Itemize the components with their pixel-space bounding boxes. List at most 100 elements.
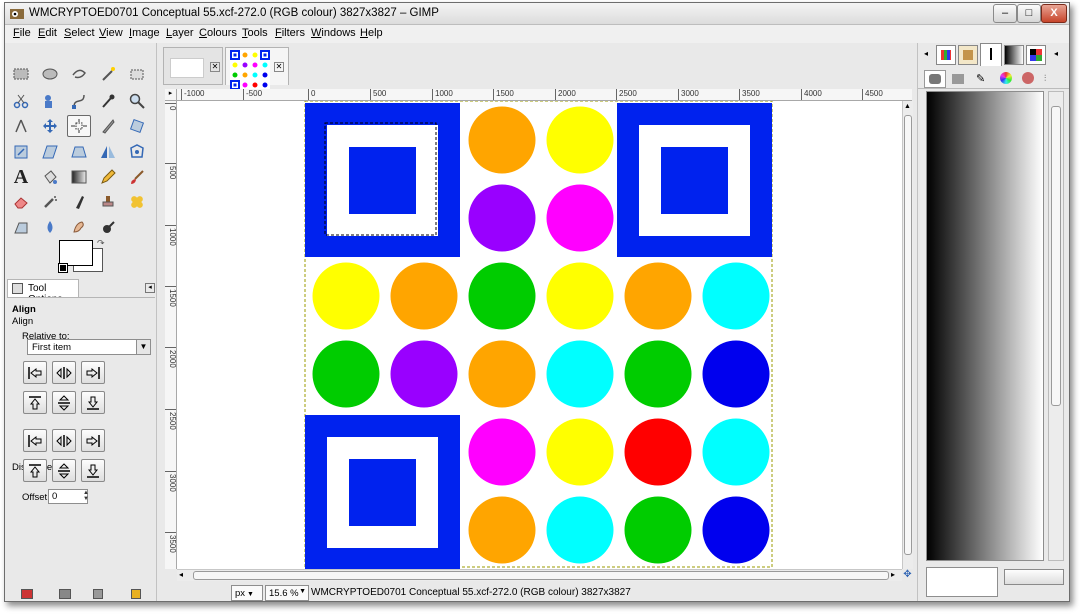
delete-options-icon[interactable] (93, 589, 103, 599)
default-colors-icon[interactable] (58, 263, 68, 273)
scroll-right-arrow[interactable]: ▸ (891, 570, 895, 579)
tab-brushes-small[interactable]: ⫶ (1044, 73, 1046, 84)
horizontal-scrollbar[interactable]: ◂ ▸ (177, 569, 902, 581)
menu-filters[interactable]: Filters (275, 27, 305, 39)
scroll-left-arrow[interactable]: ◂ (179, 570, 183, 579)
layers-dock-tab[interactable] (980, 43, 1002, 66)
tab-paths[interactable]: ✎ (976, 72, 990, 86)
close-button[interactable]: X (1041, 4, 1067, 23)
scissors-tool[interactable] (9, 90, 33, 112)
swap-colors-icon[interactable]: ↷ (97, 238, 105, 249)
select-by-color-tool[interactable] (125, 63, 149, 85)
scale-tool[interactable] (9, 141, 33, 163)
vertical-scrollbar[interactable]: ▲ (902, 101, 913, 569)
paths-tool[interactable] (67, 90, 91, 112)
tab-channels[interactable] (952, 72, 966, 86)
menu-tools[interactable]: Tools (242, 27, 268, 39)
zoom-tool[interactable] (125, 90, 149, 112)
save-options-icon[interactable] (21, 589, 33, 599)
tab-histogram[interactable] (1022, 72, 1034, 84)
shear-tool[interactable] (38, 141, 62, 163)
horizontal-scroll-thumb[interactable] (193, 571, 889, 580)
menu-colours[interactable]: Colours (199, 27, 237, 39)
menu-file[interactable]: File (13, 27, 31, 39)
flip-tool[interactable] (96, 141, 120, 163)
dock-tab-menu[interactable]: ◂ (1054, 49, 1058, 58)
tab-layers-active[interactable] (924, 70, 946, 88)
foreground-select-tool[interactable] (38, 90, 62, 112)
relative-to-select[interactable]: First item ▼ (27, 339, 151, 355)
dock-bottom-button[interactable] (1004, 569, 1064, 585)
gradient-preview[interactable] (926, 91, 1044, 561)
navigate-icon[interactable]: ✥ (902, 569, 913, 581)
maximize-button[interactable]: □ (1017, 4, 1041, 23)
dodge-burn-tool[interactable] (96, 216, 120, 238)
image-tab-blank[interactable]: ✕ (163, 47, 223, 85)
distribute-left-button[interactable] (23, 429, 47, 452)
vertical-ruler[interactable]: 0 500 1000 1500 2000 2500 3000 3500 (165, 101, 177, 569)
eraser-tool[interactable] (9, 191, 33, 213)
tab-color[interactable] (1000, 72, 1012, 84)
bucket-fill-tool[interactable] (38, 166, 62, 188)
lasso-tool[interactable] (67, 63, 91, 85)
offset-spinbox[interactable]: 0 ▲ ▼ (48, 489, 89, 504)
dock-menu-button[interactable]: ◂ (924, 49, 928, 58)
image-canvas[interactable] (177, 101, 902, 569)
align-tool[interactable] (67, 115, 91, 137)
airbrush-tool[interactable] (38, 191, 62, 213)
close-tab-icon[interactable]: ✕ (210, 62, 220, 72)
distribute-top-button[interactable] (23, 459, 47, 482)
ink-tool[interactable] (67, 191, 91, 213)
image-tab-active[interactable]: ✕ (225, 47, 289, 90)
rotate-tool[interactable] (125, 115, 149, 137)
foreground-color-swatch[interactable] (59, 240, 93, 266)
fonts-tab[interactable] (1026, 45, 1046, 65)
image-canvas-viewport[interactable] (177, 101, 902, 569)
zoom-select[interactable]: 15.6 % ▼ (265, 585, 309, 601)
text-tool[interactable]: A (9, 166, 33, 188)
scroll-up-arrow[interactable]: ▲ (904, 103, 911, 110)
align-left-edge-button[interactable] (23, 361, 47, 384)
perspective-tool[interactable] (67, 141, 91, 163)
pencil-tool[interactable] (96, 166, 120, 188)
fuzzy-select-tool[interactable] (96, 63, 120, 85)
tab-tool-options[interactable]: Tool Options (7, 279, 79, 305)
smudge-tool[interactable] (67, 216, 91, 238)
ruler-corner[interactable]: ▸ (165, 89, 177, 101)
distribute-middle-button[interactable] (52, 459, 76, 482)
menu-help[interactable]: Help (360, 27, 383, 39)
align-center-button[interactable] (52, 361, 76, 384)
close-tab-icon[interactable]: ✕ (274, 62, 284, 72)
tool-options-menu-button[interactable]: ◂ (145, 283, 155, 293)
align-bottom-edge-button[interactable] (81, 391, 105, 414)
align-top-edge-button[interactable] (23, 391, 47, 414)
color-picker-tool[interactable] (96, 90, 120, 112)
menu-windows[interactable]: Windows (311, 27, 356, 39)
rect-select-tool[interactable] (9, 63, 33, 85)
blur-tool[interactable] (38, 216, 62, 238)
move-tool[interactable] (38, 115, 62, 137)
heal-tool[interactable] (125, 191, 149, 213)
measure-tool[interactable] (9, 115, 33, 137)
menu-layer[interactable]: Layer (166, 27, 194, 39)
scroll-thumb[interactable] (1051, 106, 1061, 406)
brushes-tab[interactable] (936, 45, 956, 65)
menu-image[interactable]: Image (129, 27, 160, 39)
spin-arrows-icon[interactable]: ▲ ▼ (83, 490, 89, 502)
distribute-right-button[interactable] (81, 429, 105, 452)
paintbrush-tool[interactable] (125, 166, 149, 188)
fg-bg-colors[interactable]: ↷ (58, 238, 111, 274)
distribute-center-button[interactable] (52, 429, 76, 452)
blend-tool[interactable] (67, 166, 91, 188)
menu-select[interactable]: Select (64, 27, 95, 39)
horizontal-ruler[interactable]: -1000 -500 0 500 1000 1500 2000 2500 300… (177, 89, 912, 101)
crop-tool[interactable] (96, 115, 120, 137)
align-middle-button[interactable] (52, 391, 76, 414)
menu-edit[interactable]: Edit (38, 27, 57, 39)
patterns-tab[interactable] (958, 45, 978, 65)
vertical-scroll-thumb[interactable] (904, 115, 912, 555)
clone-tool[interactable] (96, 191, 120, 213)
menu-view[interactable]: View (99, 27, 123, 39)
reset-options-icon[interactable] (131, 589, 141, 599)
distribute-bottom-button[interactable] (81, 459, 105, 482)
